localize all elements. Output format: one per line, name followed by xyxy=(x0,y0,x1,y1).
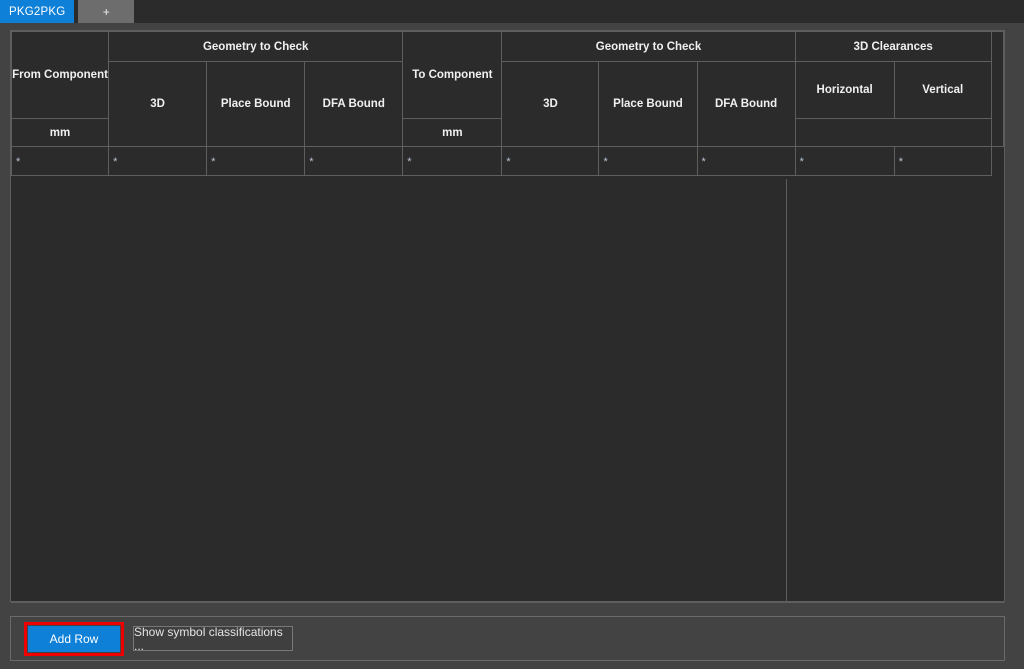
header-to-component[interactable]: To Component xyxy=(402,31,503,119)
tab-strip: PKG2PKG + xyxy=(0,0,1024,23)
header-to-3d[interactable]: 3D xyxy=(501,61,600,147)
cell-from-dfa-bound[interactable]: * xyxy=(304,146,404,176)
header-from-dfa-bound[interactable]: DFA Bound xyxy=(304,61,404,147)
cell-to-place-bound[interactable]: * xyxy=(598,146,698,176)
header-to-place-bound[interactable]: Place Bound xyxy=(598,61,698,147)
cell-from-component[interactable]: * xyxy=(10,146,110,176)
wildcard-value: * xyxy=(309,156,314,168)
header-vertical-unit: mm xyxy=(402,118,503,147)
column-divider xyxy=(786,179,787,602)
constraint-grid: From Component Geometry to Check To Comp… xyxy=(10,30,1005,603)
header-vertical[interactable]: Vertical xyxy=(893,61,992,119)
header-from-place-bound[interactable]: Place Bound xyxy=(206,61,306,147)
header-geometry-to-check-to[interactable]: Geometry to Check xyxy=(501,31,796,62)
cell-horizontal[interactable]: * xyxy=(794,146,895,176)
cell-from-place-bound[interactable]: * xyxy=(206,146,306,176)
header-horizontal[interactable]: Horizontal xyxy=(794,61,895,119)
wildcard-value: * xyxy=(211,156,216,168)
plus-icon: + xyxy=(102,4,110,19)
show-symbol-classifications-button[interactable]: Show symbol classifications ... xyxy=(133,624,293,653)
wildcard-value: * xyxy=(407,156,412,168)
cell-vertical[interactable]: * xyxy=(893,146,992,176)
wildcard-value: * xyxy=(799,156,804,168)
wildcard-value: * xyxy=(113,156,118,168)
table-row[interactable]: * * * * * * * * * * xyxy=(10,146,1004,176)
header-3d-clearances[interactable]: 3D Clearances xyxy=(794,31,992,62)
header-from-component[interactable]: From Component xyxy=(10,31,110,119)
tab-label: PKG2PKG xyxy=(9,5,66,18)
header-filler xyxy=(990,31,1005,147)
header-geometry-to-check-from[interactable]: Geometry to Check xyxy=(108,31,404,62)
wildcard-value: * xyxy=(506,156,511,168)
add-row-button[interactable]: Add Row xyxy=(28,626,120,652)
show-symbol-classifications-label: Show symbol classifications ... xyxy=(134,624,283,653)
action-panel: Add Row Show symbol classifications ... xyxy=(10,616,1005,661)
wildcard-value: * xyxy=(701,156,706,168)
header-to-dfa-bound[interactable]: DFA Bound xyxy=(696,61,796,147)
wildcard-value: * xyxy=(603,156,608,168)
tab-add-new[interactable]: + xyxy=(78,0,135,23)
add-row-label: Add Row xyxy=(49,632,99,646)
constraint-table: From Component Geometry to Check To Comp… xyxy=(10,31,1005,176)
tab-pkg2pkg[interactable]: PKG2PKG xyxy=(0,0,75,23)
wildcard-value: * xyxy=(16,156,21,168)
cell-to-component[interactable]: * xyxy=(402,146,503,176)
cell-to-3d[interactable]: * xyxy=(501,146,600,176)
header-horizontal-unit: mm xyxy=(10,118,110,147)
header-from-3d[interactable]: 3D xyxy=(108,61,208,147)
cell-from-3d[interactable]: * xyxy=(108,146,208,176)
grid-bottom-rule xyxy=(11,602,1004,603)
cell-to-dfa-bound[interactable]: * xyxy=(696,146,796,176)
wildcard-value: * xyxy=(898,156,903,168)
